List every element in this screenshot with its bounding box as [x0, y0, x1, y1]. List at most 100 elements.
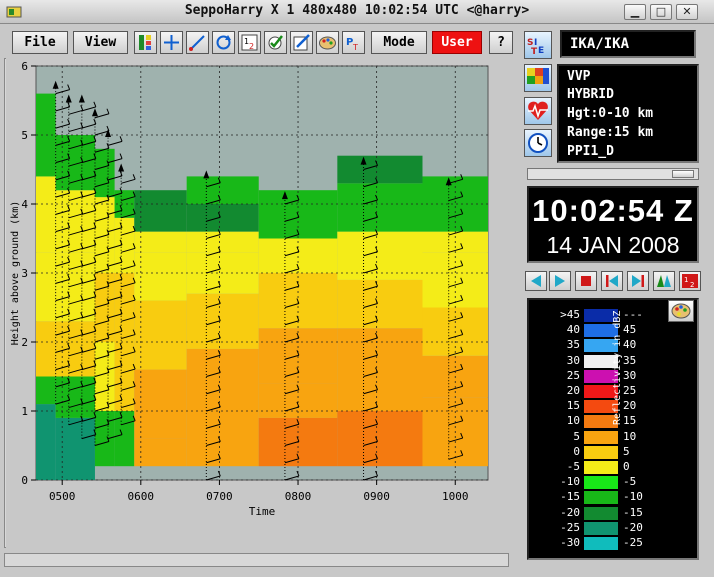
reflectivity-cell [94, 273, 115, 342]
palette-tool-button[interactable] [316, 31, 339, 54]
product-button[interactable] [524, 64, 552, 92]
legend-right-label: -20 [623, 520, 643, 534]
legend-right-label: 10 [623, 429, 637, 443]
reflectivity-cell [186, 231, 259, 253]
skip-forward-icon [632, 275, 644, 287]
reflectivity-cell [186, 411, 259, 467]
palette-button[interactable] [668, 300, 694, 322]
numbers-button[interactable]: 12 [238, 31, 261, 54]
rotate-button[interactable] [212, 31, 235, 54]
maximize-button[interactable]: □ [650, 4, 672, 20]
layers-icon [139, 35, 151, 50]
crosshair-button[interactable] [160, 31, 183, 54]
legend-left-label: 10 [566, 414, 580, 428]
play-forward-button[interactable] [549, 271, 571, 291]
clock-icon [528, 133, 548, 153]
rotate-icon [216, 35, 231, 50]
product-icon [527, 68, 549, 84]
legend-title: Reflectivity in dBZ [612, 310, 623, 425]
site-icon: S IET [527, 38, 544, 57]
legend-right-label: -5 [623, 475, 637, 489]
user-button[interactable]: User [432, 31, 482, 54]
site-select-button[interactable]: SIET [524, 31, 552, 59]
reflectivity-cell [36, 176, 56, 253]
product-height: Hgt:0-10 km [567, 106, 654, 121]
x-tick-label: 0800 [285, 490, 312, 503]
legend-right-label: 25 [623, 384, 637, 397]
text-tool-icon: PT [346, 37, 358, 52]
reflectivity-cell [94, 411, 115, 467]
clock-display: 10:02:54 Z 14 JAN 2008 [527, 186, 699, 263]
palette-tool-icon [319, 36, 336, 50]
reflectivity-cell [337, 183, 423, 232]
svg-text:2: 2 [690, 281, 694, 289]
reflectivity-cell [114, 411, 135, 467]
x-tick-label: 0500 [49, 490, 76, 503]
legend-left-label: >45 [560, 308, 580, 321]
reflectivity-cell [134, 438, 187, 467]
x-tick-label: 0700 [206, 490, 233, 503]
reflectivity-cell [55, 252, 95, 322]
pen-icon [189, 35, 205, 51]
play-back-button[interactable] [525, 271, 547, 291]
loop-button[interactable] [653, 271, 675, 291]
reflectivity-cell [36, 376, 56, 405]
edit-icon [293, 34, 310, 51]
clock-button[interactable] [524, 129, 552, 157]
help-button[interactable]: ? [489, 31, 513, 54]
pen-button[interactable] [186, 31, 209, 54]
time-slider-thumb[interactable] [672, 170, 694, 178]
close-button[interactable]: ✕ [676, 4, 698, 20]
close-icon: ✕ [682, 5, 692, 18]
reflectivity-cell [36, 252, 56, 322]
palette-icon [671, 303, 691, 319]
y-tick-label: 5 [21, 129, 28, 142]
file-menu-button[interactable]: File [12, 31, 68, 54]
product-method: HYBRID [567, 87, 614, 102]
play-back-icon [531, 275, 541, 287]
plot-frame: 0500 0600 0700 0800 0900 1000 0 1 2 3 4 5 6 Time Heigh… [6, 58, 511, 548]
reflectivity-cell [114, 217, 135, 273]
reflectivity-cell [186, 176, 259, 204]
legend-swatch [584, 491, 618, 505]
legend-left-label: 5 [573, 429, 580, 443]
reflectivity-cell [94, 148, 115, 198]
reflectivity-cell [134, 231, 187, 253]
legend-swatch [584, 506, 618, 520]
reflectivity-cell [337, 411, 423, 467]
vvp-button[interactable] [524, 97, 552, 125]
check-icon [268, 35, 283, 50]
skip-forward-button[interactable] [627, 271, 649, 291]
legend-right-label: 15 [623, 414, 637, 428]
reflectivity-cell [186, 293, 259, 349]
reflectivity-cell [36, 321, 56, 377]
reflectivity-cell [94, 342, 115, 411]
y-tick-label: 0 [21, 474, 28, 487]
layers-button[interactable] [134, 31, 157, 54]
svg-text:1: 1 [684, 276, 688, 284]
site-label: IKA/IKA [570, 36, 630, 52]
legend-left-label: -30 [560, 536, 580, 549]
reflectivity-cell [55, 376, 95, 418]
legend-swatch [584, 521, 618, 535]
y-axis-label: Height above ground (km) [10, 201, 21, 346]
legend-left-label: -25 [560, 520, 580, 534]
minimize-button[interactable]: ▁ [624, 4, 646, 20]
reflectivity-cell [114, 273, 135, 342]
horizontal-scrollbar[interactable] [4, 553, 509, 567]
legend-swatch [584, 445, 618, 459]
mode-button[interactable]: Mode [371, 31, 427, 54]
swap-button[interactable]: 12 [679, 271, 701, 291]
heart-icon [528, 101, 548, 120]
check-button[interactable] [264, 31, 287, 54]
time-slider[interactable] [527, 168, 699, 180]
swap-icon: 12 [682, 274, 698, 289]
edit-button[interactable] [290, 31, 313, 54]
product-type: VVP [567, 69, 591, 84]
reflectivity-cell [114, 342, 135, 411]
stop-button[interactable] [575, 271, 597, 291]
y-tick-label: 2 [21, 336, 28, 349]
text-tool-button[interactable]: PT [342, 31, 365, 54]
legend-swatch [584, 430, 618, 444]
view-menu-button[interactable]: View [73, 31, 128, 54]
